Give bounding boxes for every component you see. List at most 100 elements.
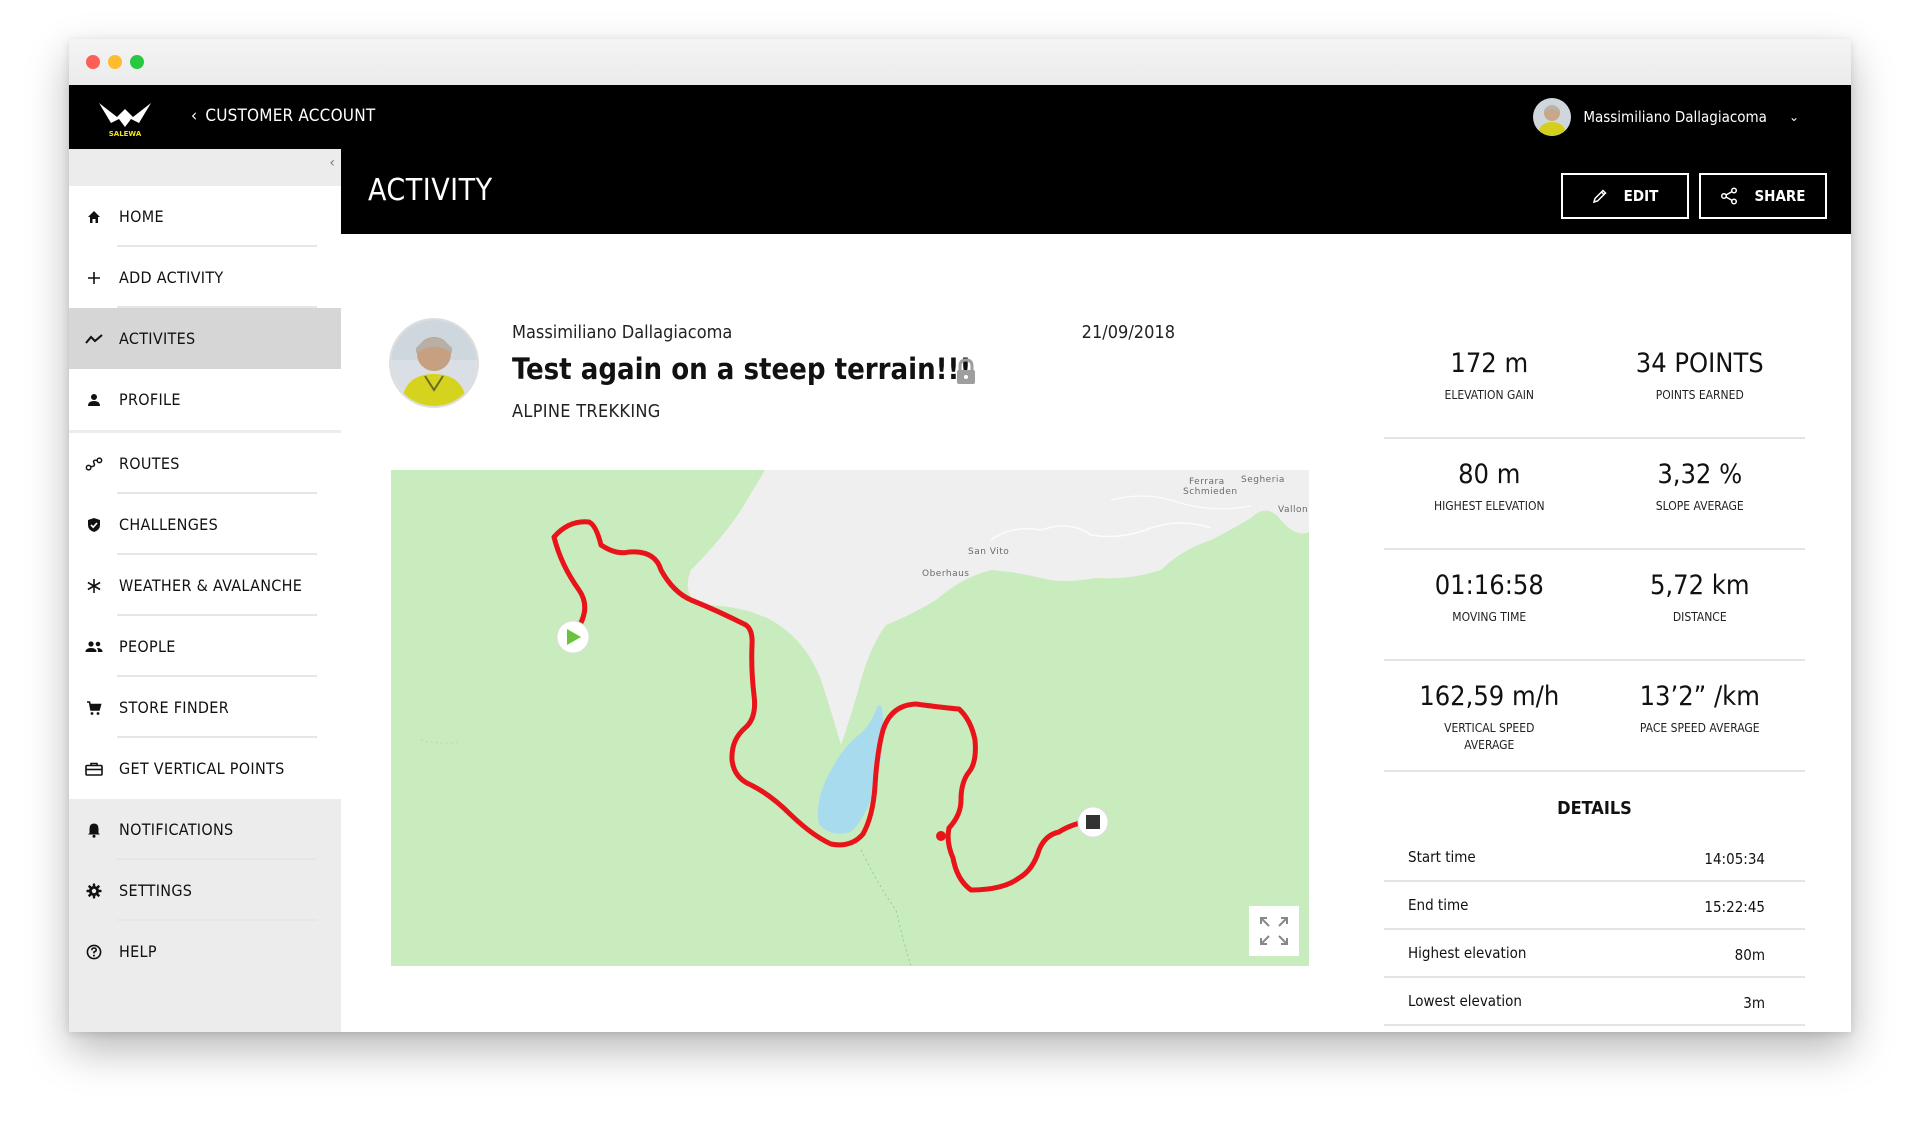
detail-label: Highest elevation	[1408, 944, 1527, 962]
sidebar-item-routes[interactable]: ROUTES	[69, 433, 341, 494]
stat-value: 3,32 %	[1657, 459, 1743, 490]
sidebar-group-explore: ROUTES CHALLENGES WEATHER & AVALANCHE PE…	[69, 433, 341, 799]
stat-value: 34 POINTS	[1635, 348, 1764, 379]
gear-icon	[85, 882, 103, 900]
sidebar-item-add-activity[interactable]: ADD ACTIVITY	[69, 247, 341, 308]
fullscreen-button[interactable]	[1249, 906, 1299, 956]
share-icon	[1721, 187, 1738, 205]
stat-highest-elevation: 80 m HIGHEST ELEVATION	[1384, 441, 1595, 548]
sidebar-item-label: HOME	[119, 207, 164, 226]
pencil-icon	[1592, 189, 1607, 204]
sidebar-item-label: ACTIVITES	[119, 329, 196, 348]
sidebar-group-main: HOME ADD ACTIVITY ACTIVITES PROFILE	[69, 186, 341, 430]
sidebar-item-people[interactable]: PEOPLE	[69, 616, 341, 677]
activity-title: Test again on a steep terrain!!!	[512, 352, 972, 386]
start-marker-icon[interactable]	[556, 620, 590, 654]
sidebar-item-settings[interactable]: SETTINGS	[69, 860, 341, 921]
sidebar-item-notifications[interactable]: NOTIFICATIONS	[69, 799, 341, 860]
stat-value: 13’2” /km	[1639, 681, 1760, 712]
sidebar-item-weather-avalanche[interactable]: WEATHER & AVALANCHE	[69, 555, 341, 616]
page-title: ACTIVITY	[368, 173, 493, 208]
chevron-down-icon: ⌄	[1788, 110, 1799, 124]
top-bar: SALEWA ‹ CUSTOMER ACCOUNT Massimiliano D…	[69, 85, 1851, 149]
stat-slope-average: 3,32 % SLOPE AVERAGE	[1595, 441, 1806, 548]
sidebar-item-label: STORE FINDER	[119, 698, 229, 717]
sidebar-item-label: PEOPLE	[119, 637, 176, 656]
detail-value: 3m	[1743, 994, 1765, 1012]
stat-pace-speed: 13’2” /km PACE SPEED AVERAGE	[1595, 663, 1806, 770]
salewa-logo[interactable]: SALEWA	[95, 97, 155, 139]
sidebar-item-profile[interactable]: PROFILE	[69, 369, 341, 430]
detail-label: Lowest elevation	[1408, 992, 1522, 1010]
sidebar-item-home[interactable]: HOME	[69, 186, 341, 247]
brand-text: SALEWA	[109, 130, 142, 138]
share-button[interactable]: SHARE	[1699, 173, 1827, 219]
sidebar-item-challenges[interactable]: CHALLENGES	[69, 494, 341, 555]
stat-label: ELEVATION GAIN	[1444, 388, 1535, 402]
sidebar-item-label: PROFILE	[119, 390, 181, 409]
stat-value: 5,72 km	[1649, 570, 1750, 601]
collapse-sidebar-icon[interactable]: ‹	[329, 155, 335, 171]
customer-account-back-link[interactable]: ‹ CUSTOMER ACCOUNT	[191, 106, 375, 126]
sidebar-item-activities[interactable]: ACTIVITES	[69, 308, 341, 369]
sidebar-item-help[interactable]: HELP	[69, 921, 341, 982]
post-author[interactable]: Massimiliano Dallagiacoma	[512, 322, 732, 343]
detail-value: 15:22:45	[1704, 898, 1765, 916]
stat-label: VERTICAL SPEED AVERAGE	[1444, 721, 1535, 752]
sidebar-item-label: ROUTES	[119, 454, 180, 473]
map-place-label: San Vito	[968, 547, 1009, 557]
map-place-label: Schmieden	[1183, 487, 1238, 497]
detail-value: 14:05:34	[1704, 850, 1765, 868]
route-waypoint	[936, 831, 946, 841]
maximize-window-button[interactable]	[130, 55, 144, 69]
shield-check-icon	[85, 516, 103, 534]
stat-label: DISTANCE	[1672, 610, 1727, 624]
sidebar-item-label: CHALLENGES	[119, 515, 219, 534]
map-place-label: Ferrara	[1189, 477, 1225, 487]
home-icon	[85, 208, 103, 226]
stats-panel: 172 m ELEVATION GAIN 34 POINTS POINTS EA…	[1384, 330, 1805, 774]
plus-icon	[85, 269, 103, 287]
activity-chart-icon	[85, 330, 103, 348]
author-avatar[interactable]	[391, 320, 477, 406]
map-place-label: Segheria	[1241, 475, 1285, 485]
post-date: 21/09/2018	[1081, 322, 1175, 343]
edit-button[interactable]: EDIT	[1561, 173, 1689, 219]
sidebar-group-system: NOTIFICATIONS SETTINGS HELP	[69, 799, 341, 982]
main-content: Massimiliano Dallagiacoma 21/09/2018 Tes…	[341, 234, 1851, 1032]
details-row: Start time 14:05:34	[1384, 834, 1805, 882]
browser-window: SALEWA ‹ CUSTOMER ACCOUNT Massimiliano D…	[69, 39, 1851, 1032]
stat-value: 80 m	[1458, 459, 1521, 490]
window-chrome	[69, 39, 1851, 86]
sidebar-item-label: HELP	[119, 942, 157, 961]
chevron-left-icon: ‹	[191, 106, 198, 126]
map-place-label: Vallon	[1278, 505, 1308, 515]
expand-icon	[1260, 917, 1288, 945]
sidebar-menu: HOME ADD ACTIVITY ACTIVITES PROFILE ROUT…	[69, 186, 341, 982]
route-map[interactable]: Ferrara Schmieden Segheria Vallon San Vi…	[391, 470, 1309, 966]
detail-label: End time	[1408, 896, 1469, 914]
details-row: Highest elevation 80m	[1384, 930, 1805, 978]
stats-row: 80 m HIGHEST ELEVATION 3,32 % SLOPE AVER…	[1384, 441, 1805, 550]
user-menu[interactable]: Massimiliano Dallagiacoma ⌄	[1533, 97, 1799, 137]
bell-icon	[85, 821, 103, 839]
details-title: DETAILS	[1557, 798, 1632, 819]
map-place-label: Oberhaus	[922, 569, 970, 579]
stat-label: POINTS EARNED	[1655, 388, 1744, 402]
detail-value: 80m	[1734, 946, 1765, 964]
close-window-button[interactable]	[86, 55, 100, 69]
sidebar-item-store-finder[interactable]: STORE FINDER	[69, 677, 341, 738]
briefcase-icon	[85, 760, 103, 778]
minimize-window-button[interactable]	[108, 55, 122, 69]
user-name: Massimiliano Dallagiacoma	[1583, 108, 1767, 126]
details-row: End time 15:22:45	[1384, 882, 1805, 930]
finish-marker-icon[interactable]	[1077, 806, 1109, 838]
lock-icon	[955, 358, 977, 386]
stat-label: SLOPE AVERAGE	[1655, 499, 1744, 513]
sidebar: ‹ HOME ADD ACTIVITY ACTIVITES PROFILE RO…	[69, 149, 341, 1032]
stat-value: 01:16:58	[1434, 570, 1544, 601]
stats-row: 162,59 m/h VERTICAL SPEED AVERAGE 13’2” …	[1384, 663, 1805, 772]
sidebar-item-label: SETTINGS	[119, 881, 193, 900]
sidebar-item-label: NOTIFICATIONS	[119, 820, 234, 839]
sidebar-item-get-vertical-points[interactable]: GET VERTICAL POINTS	[69, 738, 341, 799]
